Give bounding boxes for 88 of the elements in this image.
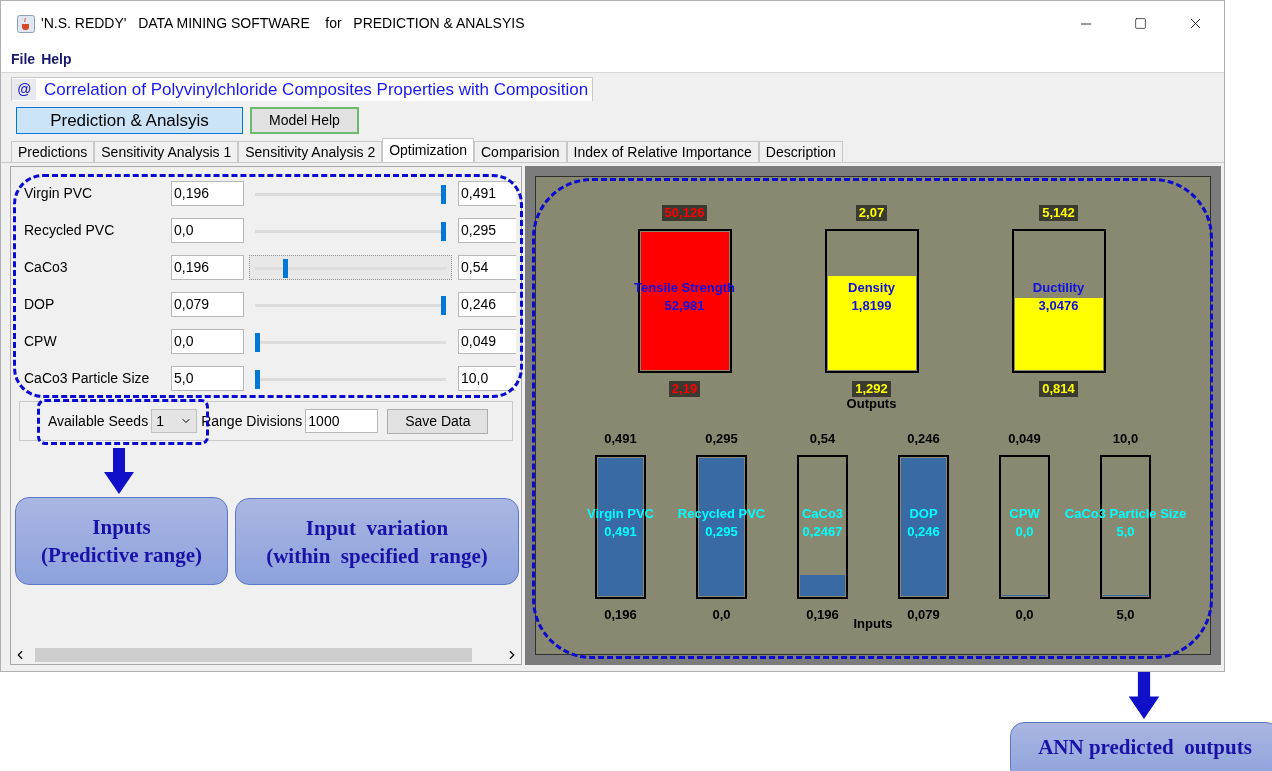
tab[interactable]: Index of Relative Importance [566,141,759,162]
maximize-icon[interactable] [1134,17,1147,30]
bar-value: 52,981 [664,297,705,315]
min-value: 0,814 [1039,381,1078,397]
min-value: 0,079 [907,607,940,623]
input-label: CPW [24,332,58,351]
min-value: 0,0 [712,607,731,623]
min-value-field[interactable]: 0,079 [171,292,244,317]
save-data-button[interactable]: Save Data [387,408,489,434]
seeds-label: Available Seeds [48,411,149,431]
tab[interactable]: Sensitivity Analysis 1 [94,141,239,162]
min-value-field[interactable]: 0,0 [171,218,244,243]
max-value-field[interactable]: 0,246 [458,292,516,317]
bar-value: 0,246 [907,523,940,541]
min-value-field[interactable]: 5,0 [171,366,244,391]
min-value-field[interactable]: 0,196 [171,255,244,280]
input-label: Recycled PVC [24,221,116,240]
bar-label: DOP [909,505,938,523]
outputs-caption: Outputs [846,397,897,411]
bar-label: CPW [1009,505,1040,523]
min-value: 5,0 [1116,607,1135,623]
max-value: 2,07 [855,205,888,221]
max-value-field[interactable]: 0,049 [458,329,516,354]
callout-text: (within specified range) [266,542,488,570]
bar-value: 0,491 [604,523,637,541]
bar-value: 0,295 [705,523,738,541]
down-arrow [1128,672,1160,719]
window-title: 'N.S. REDDY' DATA MINING SOFTWARE for PREDICTION & ANALSYIS [41,14,525,33]
bar-label: Density [848,279,895,297]
toolbar-button[interactable]: Model Help [250,106,359,134]
max-value: 0,295 [705,431,738,447]
min-value-field[interactable]: 0,196 [171,181,244,206]
min-value: 0,196 [806,607,839,623]
min-value: 2,19 [668,381,701,397]
inputs-caption: Inputs [853,617,893,631]
bar-label: Ductility [1032,279,1085,297]
bar-label: CaCo3 [801,505,844,523]
menu-item[interactable]: File [11,48,36,70]
callout-text: Input variation [305,514,449,542]
bar-value: 5,0 [1116,523,1135,541]
callout-text: Inputs [92,514,151,541]
seeds-dropdown[interactable]: 1 [151,409,198,433]
slider-thumb[interactable] [441,296,446,315]
tab[interactable]: Predictions [11,141,95,162]
max-value-field[interactable]: 10,0 [458,366,516,391]
max-value: 50,126 [661,205,708,221]
down-arrow [104,448,134,494]
input-label: Virgin PVC [24,184,94,203]
tab[interactable]: Sensitivity Analysis 2 [238,141,383,162]
slider-thumb[interactable] [441,222,446,241]
bar-value: 1,8199 [851,297,892,315]
min-value: 1,292 [852,381,891,397]
callout-text: (Predictive range) [40,542,203,569]
input-label: CaCo3 [24,258,69,277]
max-value-field[interactable]: 0,491 [458,181,516,206]
max-value: 0,54 [809,431,836,447]
max-value-field[interactable]: 0,54 [458,255,516,280]
max-value: 0,491 [604,431,637,447]
scroll-thumb[interactable] [35,648,472,662]
min-value: 0,0 [1015,607,1034,623]
max-value: 5,142 [1039,205,1078,221]
coffee-cup-icon [17,14,35,33]
min-value: 0,196 [604,607,637,623]
slider-thumb[interactable] [441,185,446,204]
callout-text: ANN predicted outputs [1038,734,1252,761]
max-value: 10,0 [1112,431,1139,447]
tab[interactable]: Description [758,141,843,162]
min-value-field[interactable]: 0,0 [171,329,244,354]
tab[interactable]: Optimization [382,138,474,162]
slider-thumb[interactable] [255,370,260,389]
bar-value: 3,0476 [1038,297,1079,315]
input-label: DOP [24,295,56,314]
max-value-field[interactable]: 0,295 [458,218,516,243]
slider-thumb[interactable] [282,259,288,278]
range-slider[interactable] [249,255,452,280]
max-value: 0,246 [907,431,940,447]
at-icon: @ [12,79,36,100]
range-divisions-field[interactable]: 1000 [305,409,379,433]
slider-thumb[interactable] [255,333,260,352]
header-tab[interactable]: @ Correlation of Polyvinylchloride Composites Properties with Composition [11,77,594,101]
menu-item[interactable]: Help [41,48,72,70]
input-label: CaCo3 Particle Size [24,369,151,388]
max-value: 0,049 [1008,431,1041,447]
tab[interactable]: Comparision [474,141,567,162]
toolbar-button[interactable]: Prediction & Analsyis [16,106,243,134]
bar-value: 0,2467 [802,523,843,541]
header-tab-label: Correlation of Polyvinylchloride Composites Properties with Composition [44,78,589,101]
bar-value: 0,0 [1015,523,1034,541]
